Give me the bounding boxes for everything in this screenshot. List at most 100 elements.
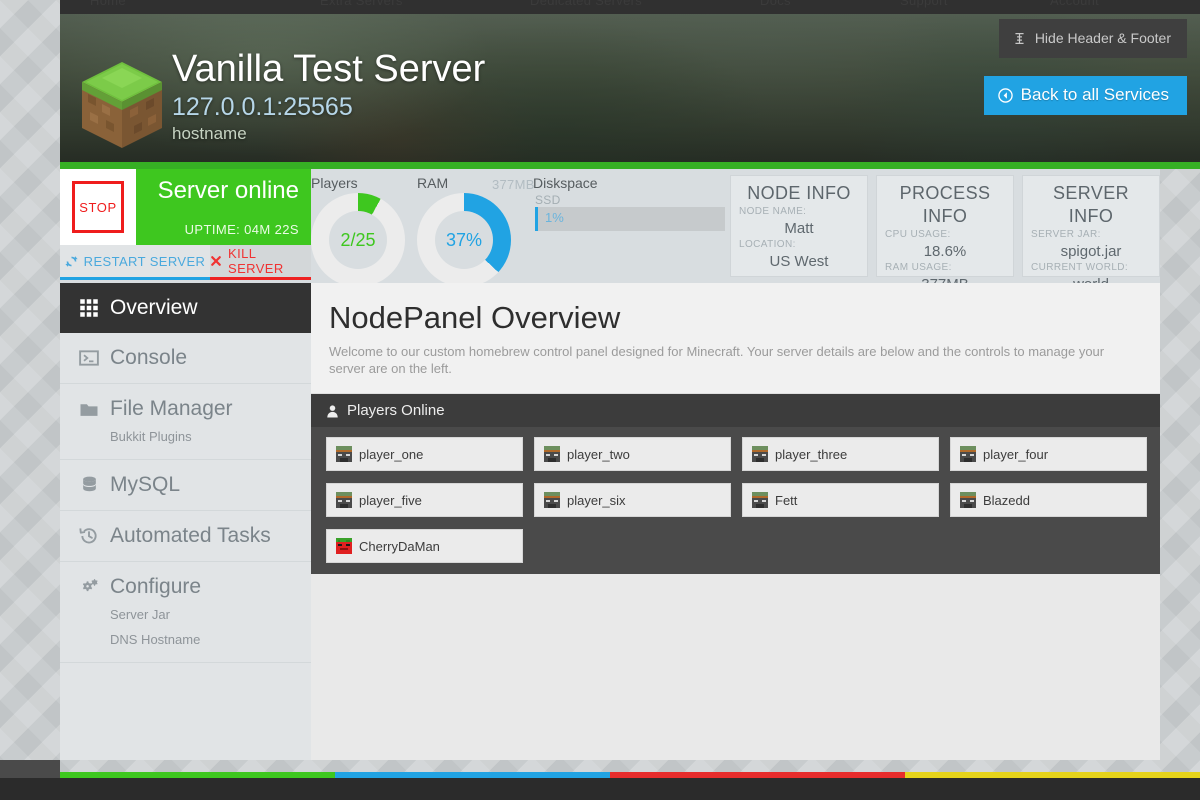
server-ip-address: 127.0.0.1:25565	[172, 92, 485, 123]
sidebar-item-label: File Manager	[110, 397, 233, 421]
sidebar-item-mysql[interactable]: MySQL	[60, 460, 311, 511]
sidebar-navigation: OverviewConsoleFile ManagerBukkit Plugin…	[60, 283, 311, 760]
player-chip[interactable]: player_five	[326, 483, 523, 517]
player-avatar-icon	[336, 492, 352, 508]
player-name: player_one	[359, 447, 423, 462]
diskspace-progress-fill	[535, 207, 538, 231]
kill-server-label: KILL SERVER	[228, 246, 311, 276]
sidebar-item-automated-tasks[interactable]: Automated Tasks	[60, 511, 311, 562]
resource-gauges: Players 2/25 RAM 37% 377MB Diskspace SSD…	[311, 169, 728, 283]
server-status-row: STOP Server online UPTIME: 04M 22S RESTA…	[60, 169, 1160, 283]
player-name: Blazedd	[983, 493, 1030, 508]
user-icon	[326, 404, 339, 418]
players-online-header: Players Online	[311, 394, 1160, 427]
sidebar-subitem-dns-hostname[interactable]: DNS Hostname	[78, 624, 311, 649]
back-to-all-services-label: Back to all Services	[1021, 85, 1169, 105]
players-gauge-label: Players	[311, 175, 358, 191]
header-accent-bar	[60, 162, 1200, 169]
player-name: player_three	[775, 447, 847, 462]
info-card-title: SERVER INFO	[1031, 182, 1151, 228]
ram-gauge: 37%	[417, 193, 511, 287]
bottom-bar	[0, 778, 1200, 800]
player-chip[interactable]: CherryDaMan	[326, 529, 523, 563]
info-row-key: RAM USAGE:	[885, 261, 1005, 275]
player-avatar-icon	[752, 446, 768, 462]
player-chip[interactable]: player_six	[534, 483, 731, 517]
player-chip[interactable]: Fett	[742, 483, 939, 517]
server-title: Vanilla Test Server	[172, 46, 485, 92]
topnav-item-account[interactable]: Account	[1050, 0, 1099, 6]
sidebar-item-overview[interactable]: Overview	[60, 283, 311, 333]
info-row-key: NODE NAME:	[739, 205, 859, 219]
player-chip[interactable]: player_two	[534, 437, 731, 471]
hide-header-footer-button[interactable]: Hide Header & Footer	[999, 19, 1187, 58]
player-name: Fett	[775, 493, 797, 508]
page-title: NodePanel Overview	[329, 299, 1140, 337]
left-rail	[0, 760, 60, 778]
info-row-key: CURRENT WORLD:	[1031, 261, 1151, 275]
server-header-banner: Vanilla Test Server 127.0.0.1:25565 host…	[60, 14, 1200, 162]
info-row-value: spigot.jar	[1031, 242, 1151, 261]
topnav-item-dedicated-servers[interactable]: Dedicated Servers	[530, 0, 642, 6]
stop-server-button[interactable]: STOP	[60, 169, 136, 245]
player-avatar-icon	[544, 446, 560, 462]
player-name: player_two	[567, 447, 630, 462]
topnav-item-extra-servers[interactable]: Extra Servers	[320, 0, 403, 6]
topnav-item-home[interactable]: Home	[90, 0, 126, 6]
restart-server-button[interactable]: RESTART SERVER	[60, 245, 210, 280]
player-chip[interactable]: player_four	[950, 437, 1147, 471]
sidebar-item-console[interactable]: Console	[60, 333, 311, 384]
ram-amount-label: 377MB	[492, 177, 535, 192]
hide-header-footer-label: Hide Header & Footer	[1035, 30, 1171, 46]
folder-icon	[78, 398, 100, 420]
sidebar-item-label: Automated Tasks	[110, 524, 271, 548]
diskspace-progress-bar: 1%	[535, 207, 725, 231]
player-avatar-icon	[336, 538, 352, 554]
top-navigation-bar[interactable]: Home Extra Servers Dedicated Servers Docs Su…	[60, 0, 1200, 14]
arrow-left-circle-icon	[998, 88, 1013, 103]
info-row-key: SERVER JAR:	[1031, 228, 1151, 242]
topnav-item-docs[interactable]: Docs	[760, 0, 791, 6]
sidebar-item-label: Configure	[110, 575, 201, 599]
players-grid: player_one player_two player_three player_f…	[311, 427, 1160, 575]
player-avatar-icon	[960, 446, 976, 462]
sidebar-item-configure[interactable]: ConfigureServer JarDNS Hostname	[60, 562, 311, 663]
kill-server-button[interactable]: KILL SERVER	[210, 245, 311, 280]
player-name: player_four	[983, 447, 1048, 462]
players-gauge-value: 2/25	[340, 230, 375, 251]
player-chip[interactable]: Blazedd	[950, 483, 1147, 517]
restart-server-label: RESTART SERVER	[84, 254, 206, 269]
sidebar-subitem-bukkit-plugins[interactable]: Bukkit Plugins	[78, 421, 311, 446]
info-row-value: Matt	[739, 219, 859, 238]
player-avatar-icon	[960, 492, 976, 508]
players-gauge: 2/25	[311, 193, 405, 287]
page-description: Welcome to our custom homebrew control p…	[329, 337, 1140, 377]
collapse-vertical-icon	[1013, 32, 1026, 45]
topnav-item-support[interactable]: Support	[900, 0, 948, 6]
info-cards: NODE INFONODE NAME:MattLOCATION:US WestP…	[730, 175, 1160, 277]
player-avatar-icon	[544, 492, 560, 508]
sidebar-subitem-server-jar[interactable]: Server Jar	[78, 599, 311, 624]
panel-shell: STOP Server online UPTIME: 04M 22S RESTA…	[60, 169, 1160, 760]
info-row-value: US West	[739, 252, 859, 271]
sidebar-item-label: Overview	[110, 296, 198, 320]
history-clock-icon	[78, 525, 100, 547]
sidebar-item-file-manager[interactable]: File ManagerBukkit Plugins	[60, 384, 311, 460]
player-chip[interactable]: player_three	[742, 437, 939, 471]
diskspace-label: Diskspace	[533, 175, 598, 191]
grid-icon	[78, 297, 100, 319]
server-state-text: Server online	[136, 174, 299, 208]
minecraft-grass-block-icon	[78, 60, 166, 150]
back-to-all-services-button[interactable]: Back to all Services	[984, 76, 1187, 115]
info-row-value: 18.6%	[885, 242, 1005, 261]
main-content: NodePanel Overview Welcome to our custom…	[311, 283, 1160, 760]
players-online-title: Players Online	[347, 402, 445, 419]
player-avatar-icon	[752, 492, 768, 508]
server-hostname-label: hostname	[172, 123, 485, 145]
ram-gauge-value: 37%	[446, 230, 482, 251]
player-name: CherryDaMan	[359, 539, 440, 554]
info-row-key: LOCATION:	[739, 238, 859, 252]
player-chip[interactable]: player_one	[326, 437, 523, 471]
info-card-server-info: SERVER INFOSERVER JAR:spigot.jarCURRENT …	[1022, 175, 1160, 277]
player-name: player_five	[359, 493, 422, 508]
